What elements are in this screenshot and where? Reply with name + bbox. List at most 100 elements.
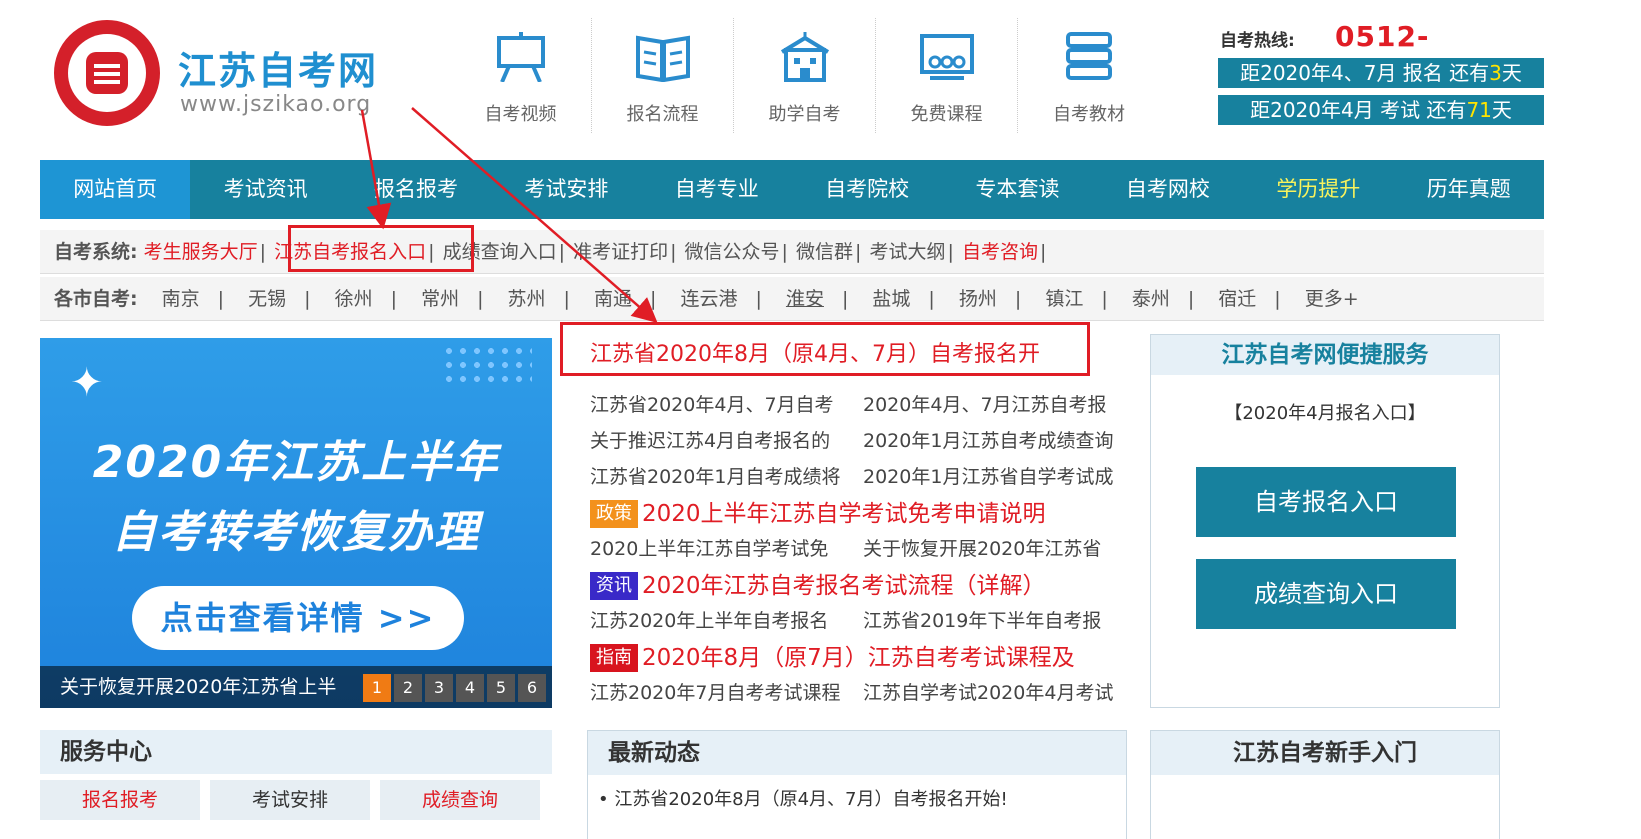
banner-caption[interactable]: 关于恢复开展2020年江苏省上半: [60, 666, 360, 708]
quick-link-video[interactable]: 自考视频: [450, 18, 592, 133]
city-link[interactable]: 扬州: [941, 277, 1015, 320]
news-row: 江苏省2020年4月、7月自考 2020年4月、7月江苏自考报: [590, 390, 1107, 417]
service-center-section: 服务中心 报名报考 考试安排 成绩查询: [40, 730, 552, 839]
news-link[interactable]: 江苏省2020年1月自考成绩将: [590, 466, 840, 488]
nav-exam-schedule[interactable]: 考试安排: [491, 160, 641, 219]
info-tag: 资讯: [590, 572, 638, 600]
city-link[interactable]: 无锡: [230, 277, 304, 320]
quick-link-textbooks[interactable]: 自考教材: [1018, 18, 1160, 133]
dots-decoration: [442, 344, 532, 384]
nav-combined-study[interactable]: 专本套读: [942, 160, 1092, 219]
news-link[interactable]: 关于恢复开展2020年江苏省: [863, 534, 1101, 561]
news-link[interactable]: 关于推迟江苏4月自考报名的: [590, 430, 830, 452]
nav-majors[interactable]: 自考专业: [642, 160, 792, 219]
quick-link-assist[interactable]: 助学自考: [734, 18, 876, 133]
quick-link-process[interactable]: 报名流程: [592, 18, 734, 133]
news-link[interactable]: 江苏省2019年下半年自考报: [863, 606, 1101, 633]
tagged-news-row: 政策 2020上半年江苏自学考试免考申请说明: [590, 494, 1046, 528]
city-link[interactable]: 南京: [144, 277, 218, 320]
news-link[interactable]: 2020年1月江苏省自学考试成: [863, 462, 1113, 489]
main-nav: 网站首页 考试资讯 报名报考 考试安排 自考专业 自考院校 专本套读 自考网校 …: [40, 160, 1544, 219]
hotline-label: 自考热线:: [1220, 31, 1295, 51]
registration-countdown: 距2020年4、7月 报名 还有3天: [1218, 58, 1544, 88]
news-link[interactable]: 2020年1月江苏自考成绩查询: [863, 426, 1113, 453]
site-name[interactable]: 江苏自考网: [178, 40, 378, 95]
latest-news-item[interactable]: • 江苏省2020年8月（原4月、7月）自考报名开始!: [588, 785, 1126, 811]
book-stack-icon: [1066, 32, 1112, 80]
site-header: 江苏自考网 www.jszikao.org 自考视频 报名流程 助学自考 免费课…: [40, 0, 1544, 150]
city-link[interactable]: 南通: [576, 277, 650, 320]
banner-caption-bar: 关于恢复开展2020年江苏省上半 1 2 3 4 5 6: [40, 666, 552, 708]
news-link[interactable]: 2020上半年江苏自学考试免考申请说明: [642, 501, 1046, 527]
registration-button[interactable]: 报名报考: [40, 780, 200, 820]
news-link[interactable]: 2020年江苏自考报名考试流程（详解）: [642, 573, 1046, 599]
city-link[interactable]: 盐城: [854, 277, 928, 320]
section-title: 服务中心: [40, 730, 552, 774]
nav-degree-upgrade[interactable]: 学历提升: [1243, 160, 1393, 219]
city-link[interactable]: 淮安: [768, 277, 842, 320]
nav-online-school[interactable]: 自考网校: [1093, 160, 1243, 219]
banner-title-line2: 自考转考恢复办理: [112, 507, 480, 558]
quick-service-panel: 江苏自考网便捷服务 【2020年4月报名入口】 自考报名入口 成绩查询入口: [1150, 334, 1500, 708]
quick-links: 自考视频 报名流程 助学自考 免费课程 自考教材: [450, 18, 1160, 133]
city-link[interactable]: 苏州: [490, 277, 564, 320]
service-panel-title: 江苏自考网便捷服务: [1151, 335, 1499, 375]
exam-schedule-button[interactable]: 考试安排: [210, 780, 370, 820]
news-link[interactable]: 2020年4月、7月江苏自考报: [863, 390, 1107, 417]
city-more-link[interactable]: 更多+: [1287, 277, 1377, 320]
news-link[interactable]: 江苏省2020年4月、7月自考: [590, 394, 834, 416]
pager-dot[interactable]: 6: [518, 674, 546, 702]
service-registration-link[interactable]: 【2020年4月报名入口】: [1151, 399, 1499, 425]
annotation-highlight-box: [288, 225, 474, 272]
banner-pager: 1 2 3 4 5 6: [360, 674, 546, 702]
city-link[interactable]: 连云港: [662, 277, 755, 320]
pager-dot[interactable]: 1: [363, 674, 391, 702]
link-admission-print[interactable]: 准考证打印: [573, 230, 668, 273]
banner-details-button[interactable]: 点击查看详情 >>: [132, 586, 464, 650]
news-link[interactable]: 2020年8月（原7月）江苏自考考试课程及: [642, 645, 1075, 671]
quick-link-label: 助学自考: [768, 104, 841, 125]
quick-link-label: 自考视频: [484, 104, 557, 125]
link-wechat-group[interactable]: 微信群: [796, 230, 853, 273]
link-consultation[interactable]: 自考咨询: [962, 230, 1038, 273]
nav-home[interactable]: 网站首页: [40, 160, 191, 219]
city-link[interactable]: 宿迁: [1200, 277, 1274, 320]
pager-dot[interactable]: 2: [394, 674, 422, 702]
score-query-button[interactable]: 成绩查询入口: [1196, 559, 1456, 629]
news-link[interactable]: 2020上半年江苏自学考试免: [590, 538, 828, 560]
open-book-icon: [636, 35, 690, 82]
nav-registration[interactable]: 报名报考: [341, 160, 491, 219]
latest-news-section: 最新动态 • 江苏省2020年8月（原4月、7月）自考报名开始!: [587, 730, 1127, 839]
news-link[interactable]: 江苏2020年上半年自考报名: [590, 610, 828, 632]
nav-past-papers[interactable]: 历年真题: [1394, 160, 1544, 219]
section-title: 最新动态: [588, 731, 1126, 775]
promo-banner[interactable]: ✦ 2020年江苏上半年 自考转考恢复办理 点击查看详情 >> 关于恢复开展20…: [40, 338, 552, 708]
city-link[interactable]: 徐州: [317, 277, 391, 320]
pager-dot[interactable]: 5: [487, 674, 515, 702]
news-link[interactable]: 江苏2020年7月自考考试课程: [590, 682, 840, 704]
exam-countdown: 距2020年4月 考试 还有71天: [1218, 95, 1544, 125]
link-service-hall[interactable]: 考生服务大厅: [144, 230, 258, 273]
nav-exam-news[interactable]: 考试资讯: [190, 160, 340, 219]
score-button[interactable]: 成绩查询: [380, 780, 540, 820]
policy-tag: 政策: [590, 500, 638, 528]
headline-link[interactable]: 江苏省2020年8月（原4月、7月）自考报名开: [590, 336, 1040, 368]
news-link[interactable]: 江苏自学考试2020年4月考试: [863, 678, 1113, 705]
link-wechat-account[interactable]: 微信公众号: [685, 230, 780, 273]
pager-dot[interactable]: 3: [425, 674, 453, 702]
link-exam-outline[interactable]: 考试大纲: [869, 230, 945, 273]
news-row: 2020上半年江苏自学考试免 关于恢复开展2020年江苏省: [590, 534, 1101, 561]
section-title: 江苏自考新手入门: [1151, 731, 1499, 775]
site-logo-icon[interactable]: [54, 20, 160, 126]
school-building-icon: [780, 32, 830, 82]
city-link[interactable]: 泰州: [1114, 277, 1188, 320]
news-row: 江苏省2020年1月自考成绩将 2020年1月江苏省自学考试成: [590, 462, 1113, 489]
beginner-guide-section: 江苏自考新手入门: [1150, 730, 1500, 839]
city-link[interactable]: 镇江: [1027, 277, 1101, 320]
pager-dot[interactable]: 4: [456, 674, 484, 702]
registration-entry-button[interactable]: 自考报名入口: [1196, 467, 1456, 537]
nav-colleges[interactable]: 自考院校: [792, 160, 942, 219]
city-link[interactable]: 常州: [403, 277, 477, 320]
city-bar-label: 各市自考:: [54, 288, 138, 310]
quick-link-courses[interactable]: 免费课程: [876, 18, 1018, 133]
